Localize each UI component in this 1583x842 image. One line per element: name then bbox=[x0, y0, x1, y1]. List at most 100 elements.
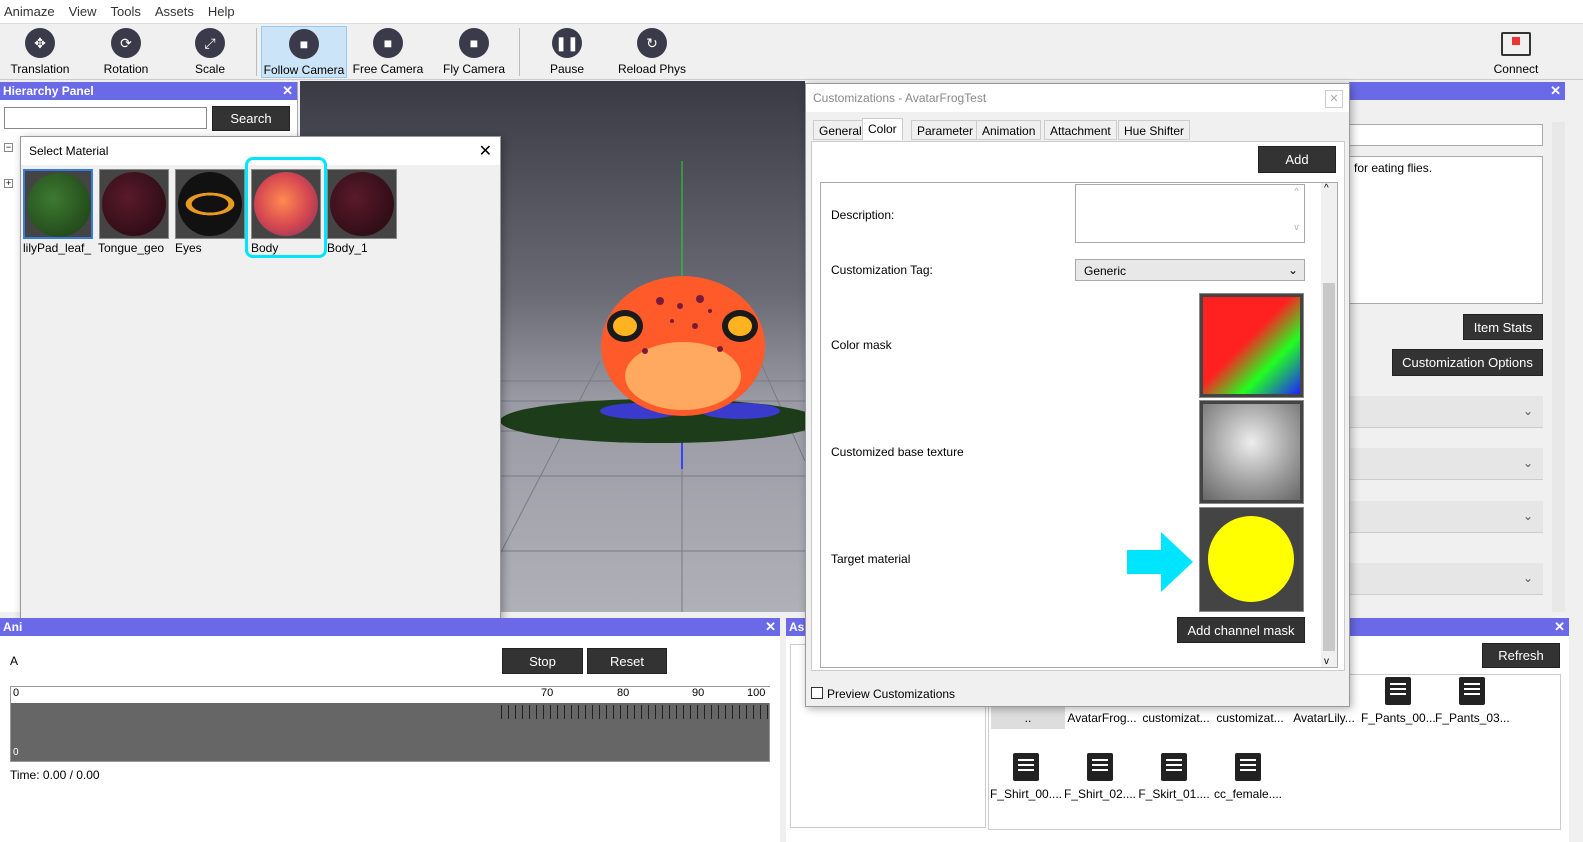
animation-label: A bbox=[10, 654, 19, 668]
tab-hue-shifter[interactable]: Hue Shifter bbox=[1118, 120, 1191, 140]
customization-tag-value: Generic bbox=[1084, 264, 1127, 278]
document-icon bbox=[1013, 753, 1039, 781]
description-label: Description: bbox=[831, 208, 895, 222]
asset-item[interactable]: F_Pants_00... bbox=[1361, 677, 1436, 725]
chevron-down-icon: ⌄ bbox=[1287, 263, 1298, 277]
menu-help[interactable]: Help bbox=[208, 4, 235, 19]
material-thumb-eyes[interactable] bbox=[175, 169, 245, 239]
textarea-scroll-arrows[interactable]: ^ v bbox=[1291, 187, 1302, 240]
camera-icon: ■ bbox=[459, 28, 489, 58]
hierarchy-title-text: Hierarchy Panel bbox=[3, 84, 94, 98]
description-textarea[interactable]: ^ v bbox=[1075, 184, 1305, 243]
reload-phys-button[interactable]: ↻ Reload Phys bbox=[616, 26, 688, 78]
rotation-button[interactable]: ⟳ Rotation bbox=[94, 26, 158, 78]
asset-label: AvatarFrog... bbox=[1067, 711, 1137, 725]
customization-options-button[interactable]: Customization Options bbox=[1392, 349, 1543, 376]
target-material-sphere bbox=[1208, 516, 1294, 602]
tab-animation[interactable]: Animation bbox=[976, 120, 1042, 140]
customization-tag-select[interactable]: Generic ⌄ bbox=[1075, 259, 1305, 281]
scrollbar-thumb[interactable] bbox=[1323, 283, 1335, 651]
name-field[interactable] bbox=[1349, 124, 1543, 146]
collapsible-section[interactable]: ⌄ bbox=[1349, 448, 1543, 480]
base-texture-thumbnail[interactable] bbox=[1199, 400, 1304, 504]
asset-item[interactable]: cc_female.... bbox=[1211, 753, 1285, 801]
scale-icon: ⤢ bbox=[195, 28, 225, 58]
menu-view[interactable]: View bbox=[69, 4, 97, 19]
close-icon[interactable]: ✕ bbox=[1550, 82, 1561, 100]
stop-button[interactable]: Stop bbox=[502, 648, 583, 674]
material-thumb-lilypad[interactable] bbox=[23, 169, 93, 239]
tab-parameter[interactable]: Parameter bbox=[911, 120, 980, 140]
fly-camera-button[interactable]: ■ Fly Camera bbox=[440, 26, 508, 78]
collapsible-section[interactable]: ⌄ bbox=[1349, 501, 1543, 533]
toolbar: ✥ Translation ⟳ Rotation ⤢ Scale ■ Follo… bbox=[0, 24, 1583, 80]
timeline-tick: 0 bbox=[13, 687, 20, 699]
tab-color[interactable]: Color bbox=[862, 118, 903, 140]
reset-button[interactable]: Reset bbox=[587, 648, 667, 674]
menu-animaze[interactable]: Animaze bbox=[4, 4, 55, 19]
material-label: Body bbox=[251, 241, 279, 255]
scale-button[interactable]: ⤢ Scale bbox=[178, 26, 242, 78]
timeline-track[interactable]: 0 70 80 90 100 0 bbox=[10, 686, 771, 762]
toolbar-separator bbox=[256, 28, 257, 76]
asset-label: customizat... bbox=[1216, 711, 1284, 725]
asset-item[interactable]: F_Pants_03... bbox=[1435, 677, 1510, 725]
asset-item[interactable]: F_Shirt_00.... bbox=[989, 753, 1063, 801]
collapsible-section[interactable]: ⌄ bbox=[1349, 396, 1543, 428]
asset-item[interactable]: AvatarLily... bbox=[1287, 711, 1361, 725]
item-stats-button[interactable]: Item Stats bbox=[1463, 314, 1543, 340]
scroll-up-icon[interactable]: ^ bbox=[1324, 183, 1329, 194]
entry-list-scrollbar[interactable]: ^ v bbox=[1321, 183, 1337, 667]
tab-general[interactable]: General bbox=[813, 120, 868, 140]
material-thumb-body[interactable] bbox=[251, 169, 321, 239]
material-label: Tongue_geo bbox=[98, 241, 165, 255]
material-sphere bbox=[27, 173, 91, 237]
asset-label: F_Shirt_02.... bbox=[1063, 787, 1137, 801]
add-channel-mask-button[interactable]: Add channel mask bbox=[1177, 617, 1305, 643]
asset-item[interactable]: AvatarFrog... bbox=[1065, 711, 1139, 725]
asset-item-parent[interactable]: .. bbox=[991, 705, 1065, 729]
color-mask-thumbnail[interactable] bbox=[1199, 293, 1304, 398]
material-sphere bbox=[102, 172, 166, 236]
close-icon[interactable]: ✕ bbox=[765, 618, 776, 636]
document-icon bbox=[1235, 753, 1261, 781]
reload-phys-label: Reload Phys bbox=[617, 62, 687, 76]
tab-attachment[interactable]: Attachment bbox=[1044, 120, 1117, 140]
pause-button[interactable]: ❚❚ Pause bbox=[536, 26, 598, 78]
document-icon bbox=[1385, 677, 1411, 705]
scroll-down-icon[interactable]: v bbox=[1324, 656, 1329, 667]
close-icon[interactable]: ✕ bbox=[1325, 90, 1343, 108]
properties-scrollbar[interactable] bbox=[1552, 122, 1565, 612]
hierarchy-search-button[interactable]: Search bbox=[212, 106, 290, 131]
menu-assets[interactable]: Assets bbox=[155, 4, 194, 19]
connect-button[interactable]: Connect bbox=[1488, 26, 1544, 78]
refresh-button[interactable]: Refresh bbox=[1482, 643, 1560, 668]
tree-collapse-icon[interactable]: − bbox=[4, 143, 13, 152]
material-thumb-tongue[interactable] bbox=[99, 169, 169, 239]
time-readout: Time: 0.00 / 0.00 bbox=[10, 768, 100, 782]
menu-tools[interactable]: Tools bbox=[111, 4, 141, 19]
asset-item[interactable]: customizat... bbox=[1139, 711, 1213, 725]
follow-camera-button[interactable]: ■ Follow Camera bbox=[261, 26, 347, 78]
add-button[interactable]: Add bbox=[1258, 146, 1336, 173]
close-icon[interactable]: ✕ bbox=[1554, 618, 1565, 636]
collapsible-section[interactable]: ⌄ bbox=[1349, 563, 1543, 595]
close-icon[interactable]: ✕ bbox=[282, 82, 293, 100]
color-mask-label: Color mask bbox=[831, 338, 892, 352]
translation-button[interactable]: ✥ Translation bbox=[8, 26, 72, 78]
connect-icon bbox=[1501, 32, 1531, 56]
preview-label: Preview Customizations bbox=[827, 687, 956, 701]
material-thumb-body-1[interactable] bbox=[327, 169, 397, 239]
asset-item[interactable]: F_Shirt_02.... bbox=[1063, 753, 1137, 801]
hierarchy-search-input[interactable] bbox=[4, 107, 207, 129]
free-camera-button[interactable]: ■ Free Camera bbox=[352, 26, 424, 78]
description-text: for eating flies. bbox=[1354, 161, 1433, 175]
target-material-thumbnail[interactable] bbox=[1199, 507, 1304, 612]
description-field[interactable]: for eating flies. bbox=[1349, 156, 1543, 304]
close-icon[interactable]: ✕ bbox=[479, 141, 492, 161]
asset-label: .. bbox=[1024, 711, 1032, 725]
asset-item[interactable]: F_Skirt_01.... bbox=[1137, 753, 1211, 801]
tree-expand-icon[interactable]: + bbox=[4, 179, 13, 188]
preview-checkbox[interactable] bbox=[811, 687, 823, 699]
asset-item[interactable]: customizat... bbox=[1213, 711, 1287, 725]
